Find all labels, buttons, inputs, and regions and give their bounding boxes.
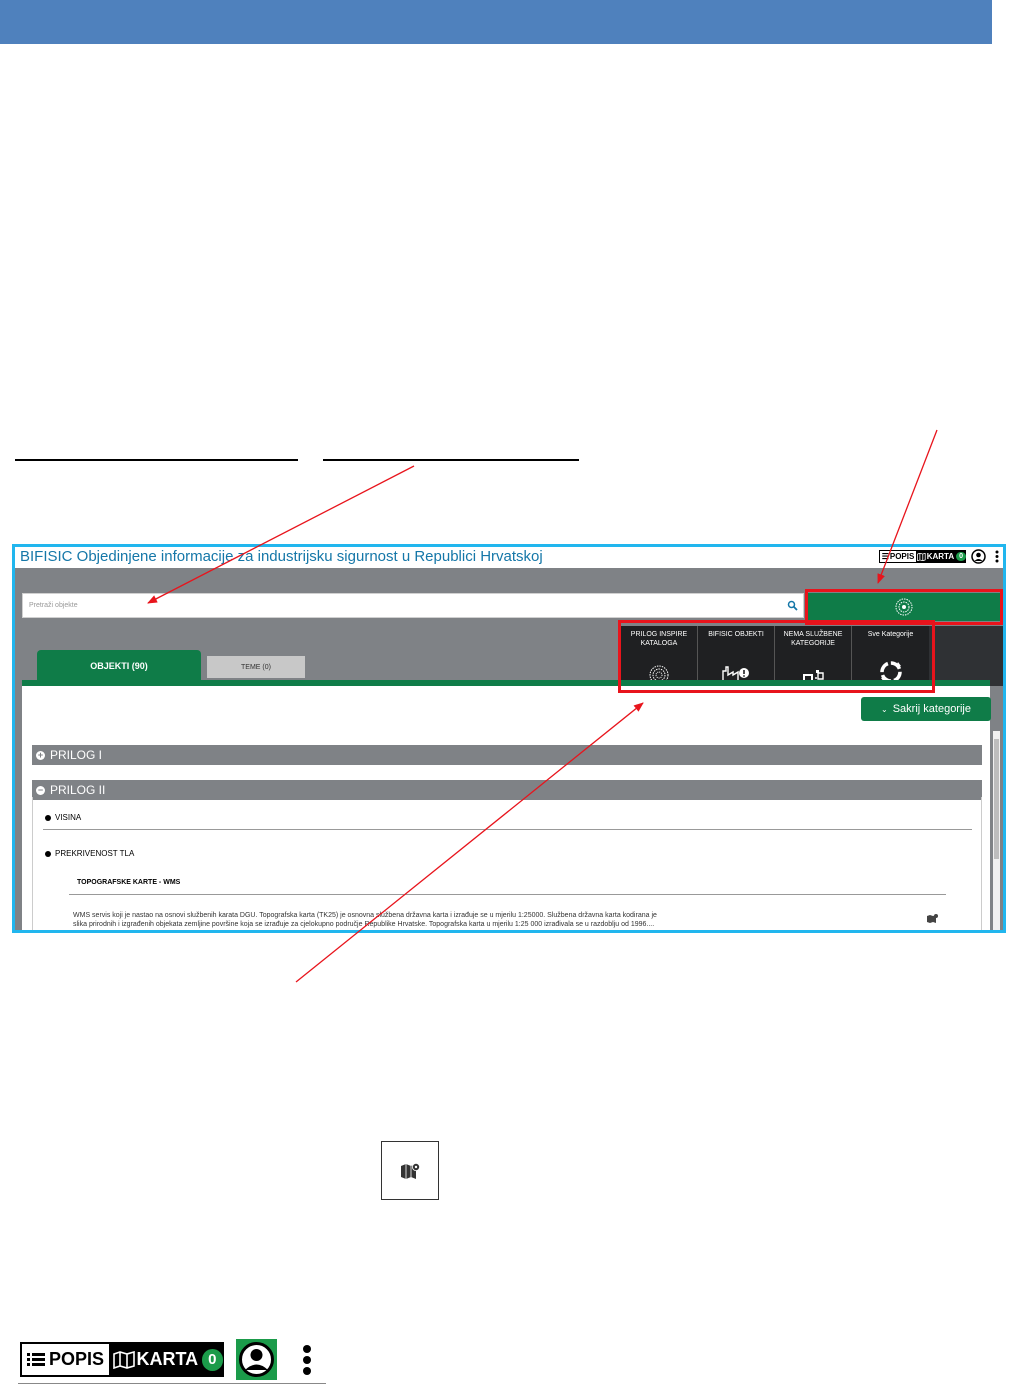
map-icon — [112, 1350, 135, 1369]
more-vertical-icon[interactable] — [301, 1344, 313, 1376]
map-icon-box — [381, 1141, 439, 1200]
arrow-to-search — [147, 465, 415, 604]
popis-label: POPIS — [48, 1349, 105, 1369]
popis-button[interactable]: POPIS — [20, 1342, 111, 1377]
annotation-arrows — [147, 429, 938, 983]
karta-count-badge: 0 — [202, 1348, 223, 1371]
karta-button[interactable]: KARTA 0 — [111, 1342, 224, 1377]
arrow-to-category-dropdown — [295, 702, 644, 983]
user-icon — [239, 1342, 274, 1377]
add-to-map-icon — [401, 1163, 420, 1179]
user-button[interactable] — [236, 1339, 277, 1380]
list-icon — [26, 1353, 45, 1366]
arrow-to-categories-button — [877, 429, 938, 584]
karta-label: KARTA — [136, 1349, 199, 1369]
